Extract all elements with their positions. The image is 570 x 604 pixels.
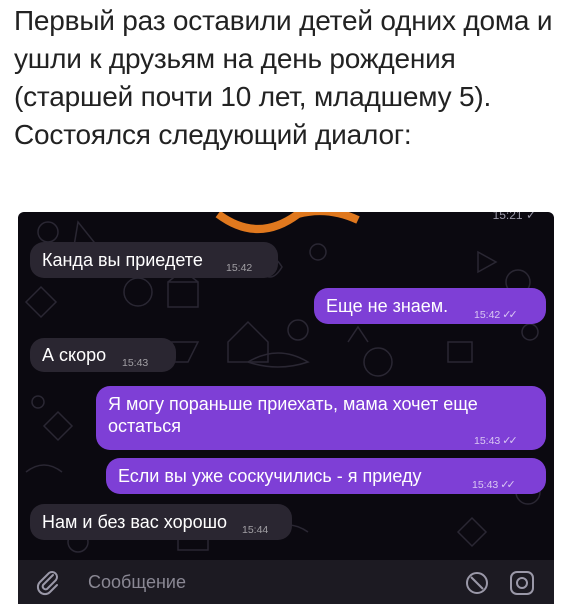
message-input-bar: Сообщение (18, 560, 554, 604)
double-check-icon: ✓✓ (502, 309, 518, 321)
message-time: 15:43 ✓✓ (474, 435, 518, 447)
message-incoming[interactable]: Нам и без вас хорошо 15:44 (30, 504, 292, 540)
double-check-icon: ✓✓ (500, 479, 516, 491)
double-check-icon: ✓✓ (502, 435, 518, 447)
message-outgoing[interactable]: Если вы уже соскучились - я приеду 15:43… (106, 458, 546, 494)
clock-icon[interactable] (464, 570, 490, 596)
post-caption: Первый раз оставили детей одних дома и у… (14, 5, 553, 150)
message-time: 15:42 ✓✓ (474, 309, 518, 321)
message-text: Еще не знаем. (326, 296, 449, 316)
top-status-time: 15:21 ✓ (492, 212, 536, 222)
message-text: А скоро (42, 345, 107, 365)
camera-icon[interactable] (508, 569, 536, 597)
message-text: Канда вы приедете (42, 250, 203, 270)
message-incoming[interactable]: А скоро 15:43 (30, 338, 176, 372)
chat-window: 15:21 ✓ Канда вы приедете 15:42 Еще не з… (18, 212, 554, 604)
message-time: 15:43 ✓✓ (472, 479, 516, 491)
message-time: 15:43 (122, 357, 149, 369)
message-incoming[interactable]: Канда вы приедете 15:42 (30, 242, 278, 278)
message-text: Я могу пораньше приехать, мама хочет еще… (108, 394, 478, 436)
message-time: 15:42 (226, 262, 253, 274)
message-text: Если вы уже соскучились - я приеду (118, 466, 422, 486)
message-time: 15:44 (242, 524, 269, 536)
message-input[interactable]: Сообщение (88, 572, 186, 593)
message-outgoing[interactable]: Еще не знаем. 15:42 ✓✓ (314, 288, 546, 324)
paperclip-icon[interactable] (34, 568, 62, 596)
message-outgoing[interactable]: Я могу пораньше приехать, мама хочет еще… (96, 386, 546, 450)
message-text: Нам и без вас хорошо (42, 512, 228, 532)
